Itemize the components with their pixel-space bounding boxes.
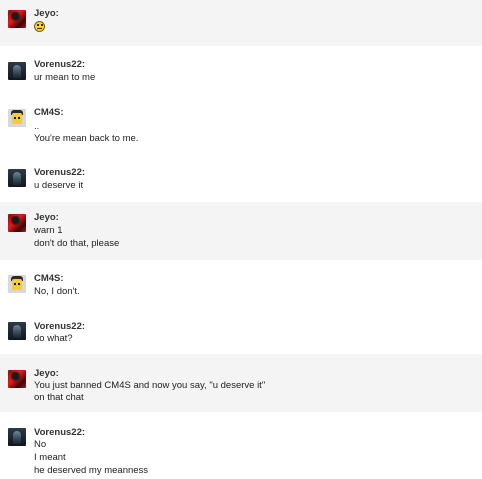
message-line: I meant [34,452,66,463]
dark-hooded-avatar[interactable] [8,322,26,340]
chat-message: Jeyo: [0,0,482,46]
dark-hooded-avatar[interactable] [8,428,26,446]
message-line: .. [34,121,40,132]
red-bird-avatar[interactable] [8,10,26,28]
dark-hooded-avatar[interactable] [8,62,26,80]
chat-message: Vorenus22: ur mean to me [0,46,482,94]
yellow-block-figure-avatar[interactable] [8,275,26,293]
message-line: do what? [34,333,73,344]
message-line: You just banned CM4S and now you say, "u… [34,380,266,391]
red-bird-avatar[interactable] [8,370,26,388]
message-line: No, I don't. [34,286,80,297]
message-author[interactable]: Jeyo: [34,8,59,19]
message-line: u deserve it [34,180,84,191]
message-author[interactable]: CM4S: [34,107,64,118]
chat-message: Jeyo: You just banned CM4S and now you s… [0,354,482,412]
message-line: warn 1 [34,225,63,236]
message-author[interactable]: CM4S: [34,273,64,284]
message-line: You're mean back to me. [34,133,139,144]
chat-message: CM4S: .. You're mean back to me. [0,94,482,154]
message-author[interactable]: Vorenus22: [34,427,85,438]
message-line: ur mean to me [34,72,96,83]
red-bird-avatar[interactable] [8,214,26,232]
message-line: No [34,439,47,450]
yellow-block-figure-avatar[interactable] [8,109,26,127]
chat-message: Vorenus22: No I meant he deserved my mea… [0,412,482,479]
chat-message: Vorenus22: u deserve it [0,154,482,202]
message-author[interactable]: Vorenus22: [34,167,85,178]
message-line: on that chat [34,392,84,403]
message-author[interactable]: Vorenus22: [34,59,85,70]
message-author[interactable]: Jeyo: [34,212,59,223]
message-author[interactable]: Vorenus22: [34,321,85,332]
message-line: he deserved my meanness [34,465,149,476]
chat-message: CM4S: No, I don't. [0,260,482,308]
chat-message: Jeyo: warn 1 don't do that, please [0,202,482,260]
message-author[interactable]: Jeyo: [34,368,59,379]
message-line: don't do that, please [34,238,120,249]
dark-hooded-avatar[interactable] [8,169,26,187]
chat-message: Vorenus22: do what? [0,308,482,354]
frowning-smiley-icon [34,21,45,32]
